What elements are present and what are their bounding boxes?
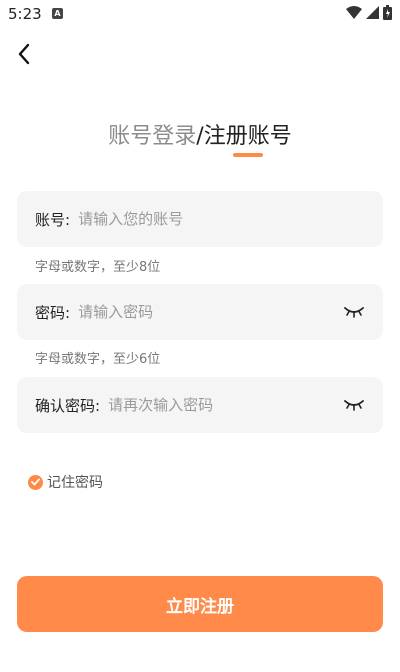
wifi-icon: [346, 6, 362, 19]
confirm-password-field[interactable]: 确认密码:: [17, 377, 383, 433]
tab-login[interactable]: 账号登录: [108, 124, 196, 149]
page-title: 账号登录/注册账号: [0, 118, 400, 150]
title-separator: /: [196, 124, 204, 149]
password-label: 密码:: [35, 303, 71, 322]
account-hint: 字母或数字，至少8位: [35, 260, 161, 275]
status-time: 5:23: [8, 5, 42, 23]
register-button[interactable]: 立即注册: [17, 576, 383, 632]
chevron-left-icon: [18, 43, 30, 65]
confirm-password-visibility-toggle[interactable]: [343, 397, 365, 413]
password-field[interactable]: 密码:: [17, 284, 383, 340]
remember-password-label: 记住密码: [47, 475, 103, 491]
confirm-password-label: 确认密码:: [35, 396, 101, 415]
tab-register[interactable]: 注册账号: [204, 124, 292, 149]
confirm-password-input[interactable]: [108, 396, 343, 414]
battery-icon: [383, 5, 392, 20]
status-icons: [346, 5, 392, 20]
password-input[interactable]: [78, 303, 343, 321]
account-label: 账号:: [35, 210, 71, 229]
status-bar: 5:23 A: [0, 0, 400, 28]
signal-icon: [366, 6, 379, 19]
account-field[interactable]: 账号:: [17, 191, 383, 247]
back-button[interactable]: [10, 40, 38, 68]
password-visibility-toggle[interactable]: [343, 304, 365, 320]
eye-closed-icon: [344, 307, 364, 318]
account-input[interactable]: [78, 210, 365, 228]
check-circle-icon: [28, 474, 43, 490]
password-hint: 字母或数字，至少6位: [35, 352, 161, 367]
notification-icon: A: [52, 8, 63, 19]
active-tab-indicator: [233, 153, 263, 157]
eye-closed-icon: [344, 400, 364, 411]
remember-password-checkbox[interactable]: 记住密码: [28, 472, 103, 492]
